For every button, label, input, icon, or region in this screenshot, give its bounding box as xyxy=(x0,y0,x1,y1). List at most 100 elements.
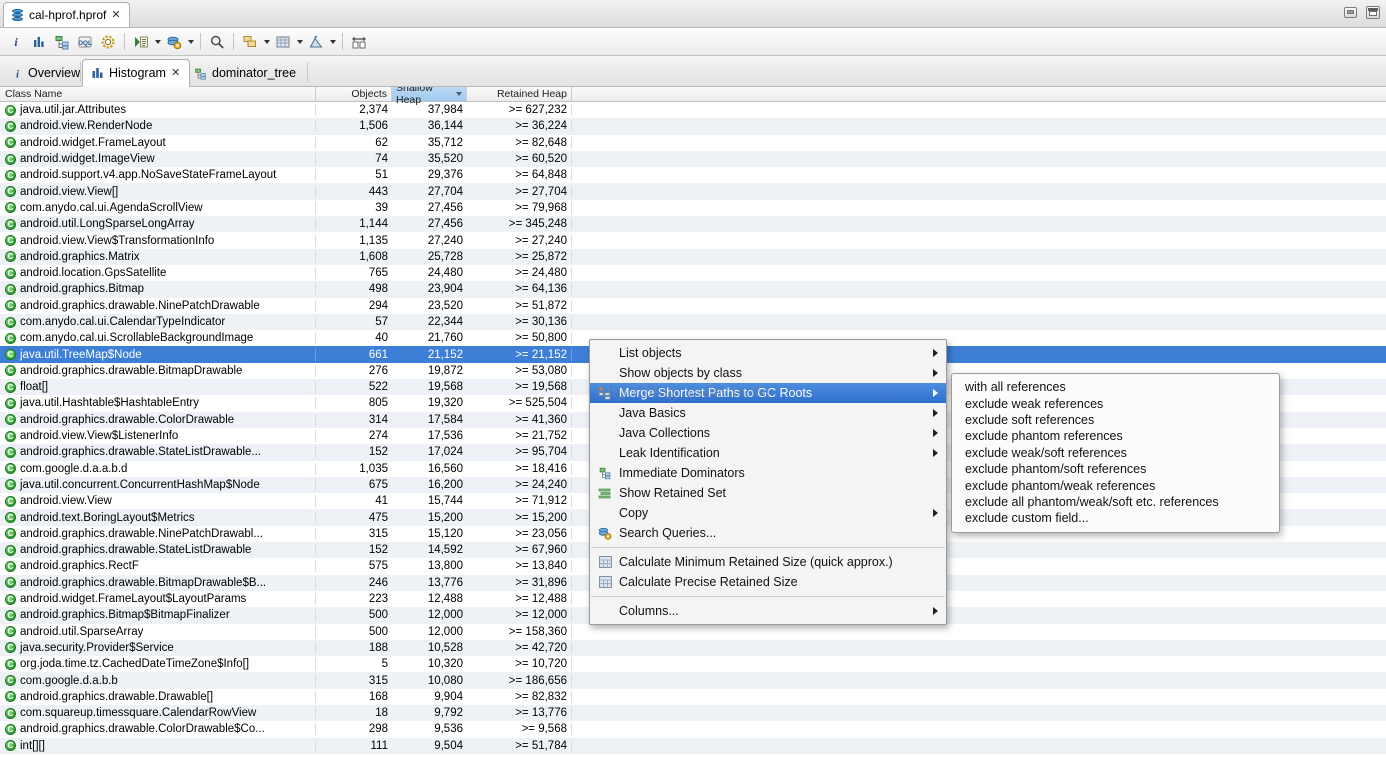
menu-list-objects[interactable]: List objects xyxy=(590,343,946,363)
submenu-exclude-weak-soft-references[interactable]: exclude weak/soft references xyxy=(952,445,1279,461)
cell-shallow-heap: 16,560 xyxy=(427,462,463,475)
table-row[interactable]: android.util.LongSparseLongArray 1,144 27,… xyxy=(0,216,1386,233)
close-icon[interactable]: ✕ xyxy=(111,9,120,21)
cell-retained-heap: >= 82,832 xyxy=(467,690,572,703)
submenu-exclude-weak-references[interactable]: exclude weak references xyxy=(952,395,1279,411)
menu-java-collections[interactable]: Java Collections xyxy=(590,423,946,443)
menu-item-label: Calculate Precise Retained Size xyxy=(619,575,798,589)
tab-histogram[interactable]: Histogram ✕ xyxy=(82,59,191,87)
menu-copy[interactable]: Copy xyxy=(590,503,946,523)
chevron-down-icon[interactable] xyxy=(262,31,271,53)
menu-item-label: Calculate Minimum Retained Size (quick a… xyxy=(619,555,893,569)
table-row[interactable]: android.graphics.drawable.ColorDrawable$… xyxy=(0,721,1386,737)
chevron-down-icon[interactable] xyxy=(328,31,337,53)
tab-overview[interactable]: i Overview xyxy=(3,60,89,86)
column-header-retained-heap[interactable]: Retained Heap xyxy=(467,87,572,101)
oql-icon-button[interactable]: OQL xyxy=(74,31,96,53)
table-row[interactable]: com.anydo.cal.ui.AgendaScrollView 39 27,45… xyxy=(0,200,1386,216)
table-row[interactable]: org.joda.time.tz.CachedDateTimeZone$Info… xyxy=(0,656,1386,672)
table-export-icon-button[interactable] xyxy=(272,31,294,53)
class-icon xyxy=(5,528,16,540)
class-icon xyxy=(5,381,16,393)
table-row[interactable]: android.graphics.Bitmap 498 23,904 >= 64,13… xyxy=(0,281,1386,298)
submenu-exclude-phantom-soft-references[interactable]: exclude phantom/soft references xyxy=(952,461,1279,477)
table-row[interactable]: android.support.v4.app.NoSaveStateFrameL… xyxy=(0,167,1386,183)
table-row[interactable]: java.util.jar.Attributes2,37437,984>= 62… xyxy=(0,102,1386,118)
column-header-shallow-heap-label: Shallow Heap xyxy=(396,87,433,106)
column-header-class-name[interactable]: Class Name xyxy=(0,87,316,101)
cell-shallow-heap: 27,456 xyxy=(427,201,463,214)
menu-immediate-dominators[interactable]: Immediate Dominators xyxy=(590,463,946,483)
chevron-down-icon[interactable] xyxy=(295,31,304,53)
menu-columns[interactable]: Columns... xyxy=(590,601,946,621)
toolbar-separator xyxy=(124,33,125,50)
column-header-shallow-heap[interactable]: Shallow Heap xyxy=(392,87,467,106)
menu-show-retained-set[interactable]: Show Retained Set xyxy=(590,483,946,503)
menu-merge-shortest-paths-to-gc-roots[interactable]: Merge Shortest Paths to GC Roots xyxy=(590,383,946,403)
class-name-label: java.util.concurrent.ConcurrentHashMap$N… xyxy=(20,478,260,491)
table-row[interactable]: android.location.GpsSatellite 765 24,480 >=… xyxy=(0,265,1386,281)
tab-dominator-tree[interactable]: dominator_tree xyxy=(185,60,305,86)
minimize-button[interactable] xyxy=(1344,7,1357,18)
class-icon xyxy=(5,283,16,295)
table-row[interactable]: android.widget.FrameLayout 62 35,712 >= 82,… xyxy=(0,135,1386,151)
column-header-objects[interactable]: Objects xyxy=(316,87,392,101)
class-name-label: java.util.Hashtable$HashtableEntry xyxy=(20,397,199,410)
table-row[interactable]: com.anydo.cal.ui.CalendarTypeIndicator 57… xyxy=(0,313,1386,331)
table-row[interactable]: android.util.SparseArray 500 12,000 >= 158,… xyxy=(0,624,1386,640)
menu-search-queries[interactable]: Search Queries... xyxy=(590,523,946,543)
submenu-exclude-custom-field[interactable]: exclude custom field... xyxy=(952,510,1279,526)
class-name-label: android.graphics.drawable.BitmapDrawable… xyxy=(20,576,267,589)
table-row[interactable]: com.squareup.timessquare.CalendarRowView… xyxy=(0,704,1386,722)
cell-retained-heap: >= 19,568 xyxy=(467,381,572,394)
table-row[interactable]: android.view.View[] 443 27,704 >= 27,704 xyxy=(0,183,1386,200)
table-row[interactable]: android.view.RenderNode 1,506 36,144 >= 36,… xyxy=(0,118,1386,135)
histogram-icon-button[interactable] xyxy=(28,31,50,53)
menu-show-objects-by-class[interactable]: Show objects by class xyxy=(590,363,946,383)
table-row[interactable]: android.graphics.Matrix 1,608 25,728 >= 25,… xyxy=(0,248,1386,265)
table-row[interactable]: android.graphics.drawable.NinePatchDrawa… xyxy=(0,298,1386,314)
table-row[interactable]: android.view.View$TransformationInfo 1,13… xyxy=(0,232,1386,248)
close-icon[interactable]: ✕ xyxy=(171,67,180,79)
chevron-down-icon[interactable] xyxy=(153,31,162,53)
cell-retained-heap: >= 42,720 xyxy=(467,641,572,654)
class-name-label: android.graphics.drawable.BitmapDrawable xyxy=(20,364,243,377)
compare-icon-button[interactable] xyxy=(348,31,370,53)
menu-java-basics[interactable]: Java Basics xyxy=(590,403,946,423)
menu-item-label: Leak Identification xyxy=(619,446,720,460)
menu-leak-identification[interactable]: Leak Identification xyxy=(590,443,946,463)
chevron-down-icon[interactable] xyxy=(186,31,195,53)
submenu-exclude-all-references[interactable]: exclude all phantom/weak/soft etc. refer… xyxy=(952,494,1279,510)
open-query-browser-button[interactable] xyxy=(130,31,152,53)
gear-icon-button[interactable] xyxy=(97,31,119,53)
cell-retained-heap: >= 12,000 xyxy=(467,609,572,622)
table-row[interactable]: android.widget.ImageView 74 35,520 >= 60,52… xyxy=(0,150,1386,168)
cell-retained-heap: >= 60,520 xyxy=(467,153,572,166)
submenu-exclude-phantom-references[interactable]: exclude phantom references xyxy=(952,428,1279,444)
submenu-exclude-soft-references[interactable]: exclude soft references xyxy=(952,412,1279,428)
search-icon-button[interactable] xyxy=(206,31,228,53)
chart-export-icon-button[interactable] xyxy=(305,31,327,53)
window-controls xyxy=(1344,6,1380,19)
group-by-icon-button[interactable] xyxy=(239,31,261,53)
submenu-with-all-references[interactable]: with all references xyxy=(952,379,1279,395)
dominator-tree-icon-button[interactable] xyxy=(51,31,73,53)
overview-info-button[interactable]: i xyxy=(5,31,27,53)
run-expert-system-button[interactable] xyxy=(163,31,185,53)
table-row[interactable]: java.security.Provider$Service 188 10,528 >… xyxy=(0,639,1386,657)
table-row[interactable]: int[][] 111 9,504 >= 51,784 xyxy=(0,737,1386,754)
class-name-label: android.graphics.drawable.StateListDrawa… xyxy=(20,446,261,459)
submenu-exclude-phantom-weak-references[interactable]: exclude phantom/weak references xyxy=(952,477,1279,493)
maximize-button[interactable] xyxy=(1366,6,1380,19)
class-icon xyxy=(5,658,16,670)
table-row[interactable]: android.graphics.drawable.Drawable[] 168 9… xyxy=(0,689,1386,705)
cell-objects: 274 xyxy=(368,430,388,443)
editor-tab-cal-hprof[interactable]: cal-hprof.hprof ✕ xyxy=(3,2,130,27)
menu-calculate-minimum-retained-size[interactable]: Calculate Minimum Retained Size (quick a… xyxy=(590,552,946,572)
cell-objects: 62 xyxy=(375,136,388,149)
class-name-label: android.graphics.Bitmap xyxy=(20,283,145,296)
cell-retained-heap: >= 9,568 xyxy=(467,723,572,736)
table-row[interactable]: com.google.d.a.b.b 315 10,080 >= 186,656 xyxy=(0,672,1386,689)
menu-calculate-precise-retained-size[interactable]: Calculate Precise Retained Size xyxy=(590,572,946,592)
menu-item-label: Java Collections xyxy=(619,426,711,440)
